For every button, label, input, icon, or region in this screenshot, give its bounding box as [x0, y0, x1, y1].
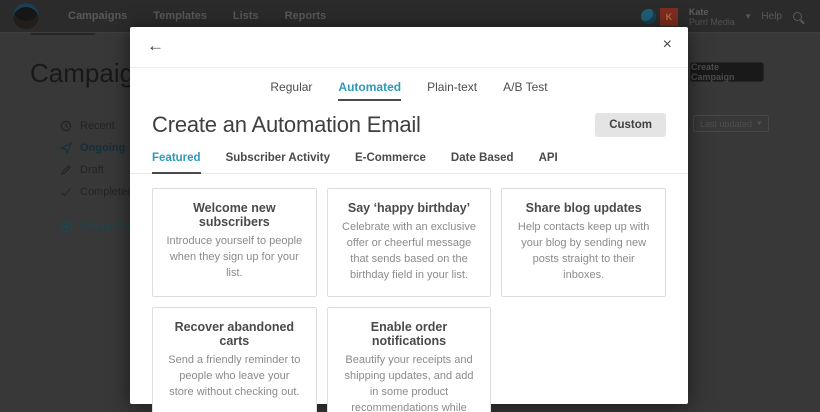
help-link[interactable]: Help [761, 11, 782, 22]
subtab-date-based[interactable]: Date Based [451, 152, 514, 173]
mailchimp-freddie-logo[interactable] [13, 3, 39, 29]
card-title: Welcome new subscribers [193, 201, 276, 229]
card-say-happy-birthday[interactable]: Say ‘happy birthday’ Celebrate with an e… [326, 188, 492, 297]
user-name: Kate [688, 6, 709, 17]
card-recover-abandoned-carts[interactable]: Recover abandoned carts Send a friendly … [152, 306, 317, 412]
card-description: Send a friendly reminder to people who l… [168, 353, 301, 398]
plus-circle-icon [60, 219, 73, 233]
tab-ab-test[interactable]: A/B Test [503, 80, 547, 101]
nav-items: Campaigns Templates Lists Reports [56, 10, 340, 22]
pencil-icon [61, 165, 71, 175]
sort-dropdown-label: Last updated [700, 118, 753, 129]
send-icon [60, 142, 72, 154]
card-title: Recover abandoned carts [174, 319, 295, 348]
close-icon[interactable]: × [663, 35, 672, 55]
subtab-subscriber-activity[interactable]: Subscriber Activity [226, 152, 330, 173]
card-enable-order-notifications[interactable]: Enable order notifications Beautify your… [326, 306, 492, 412]
user-menu[interactable]: Kate Purrl Media [689, 7, 735, 27]
automation-cards: Welcome new subscribers Introduce yourse… [130, 174, 688, 412]
campaign-type-tabs: Regular Automated Plain-text A/B Test [130, 80, 688, 101]
check-icon [61, 188, 71, 197]
back-arrow-icon[interactable]: ← [147, 36, 164, 56]
tab-regular[interactable]: Regular [270, 80, 312, 101]
sidebar-item-label: Ongoing [80, 142, 126, 154]
card-share-blog-updates[interactable]: Share blog updates Help contacts keep up… [501, 188, 666, 297]
chat-badge-icon[interactable] [640, 9, 656, 24]
card-title: Say ‘happy birthday’ [347, 201, 471, 215]
card-description: Introduce yourself to people when they s… [166, 235, 303, 279]
card-title: Share blog updates [525, 201, 642, 215]
card-title: Enable order notifications [370, 319, 448, 348]
chevron-down-icon: ▾ [757, 118, 762, 128]
modal-title: Create an Automation Email [152, 112, 421, 137]
subtab-api[interactable]: API [539, 152, 558, 173]
chevron-down-icon[interactable]: ▾ [746, 11, 751, 22]
nav-item-reports[interactable]: Reports [273, 10, 341, 22]
automation-category-tabs: Featured Subscriber Activity E-Commerce … [130, 152, 688, 174]
subtab-featured[interactable]: Featured [152, 152, 201, 174]
sidebar-item-label: Draft [80, 164, 104, 176]
user-org: Purrl Media [688, 16, 735, 27]
nav-item-templates[interactable]: Templates [141, 10, 221, 22]
card-welcome-new-subscribers[interactable]: Welcome new subscribers Introduce yourse… [152, 188, 317, 297]
search-icon[interactable] [793, 12, 802, 21]
tab-automated[interactable]: Automated [338, 80, 402, 101]
card-description: Celebrate with an exclusive offer or che… [342, 221, 476, 281]
nav-item-campaigns[interactable]: Campaigns [56, 10, 141, 22]
tab-plain-text[interactable]: Plain-text [427, 80, 477, 101]
subtab-e-commerce[interactable]: E-Commerce [355, 152, 426, 173]
custom-button[interactable]: Custom [595, 113, 666, 137]
card-description: Beautify your receipts and shipping upda… [344, 353, 474, 412]
sidebar-item-label: Recent [80, 120, 115, 132]
sort-dropdown[interactable]: Last updated ▾ [693, 115, 769, 132]
sidebar-item-label: Completed [80, 186, 134, 198]
nav-item-lists[interactable]: Lists [221, 10, 273, 22]
create-campaign-modal: ← × Regular Automated Plain-text A/B Tes… [130, 27, 688, 412]
card-description: Help contacts keep up with your blog by … [517, 221, 650, 281]
modal-title-row: Create an Automation Email Custom [130, 112, 688, 138]
app-screen: Campaigns Templates Lists Reports K Kate… [0, 0, 820, 412]
create-campaign-button[interactable]: Create Campaign [690, 62, 764, 82]
avatar[interactable]: K [659, 7, 678, 26]
clock-icon [60, 120, 72, 132]
modal-header: ← × [130, 27, 688, 68]
